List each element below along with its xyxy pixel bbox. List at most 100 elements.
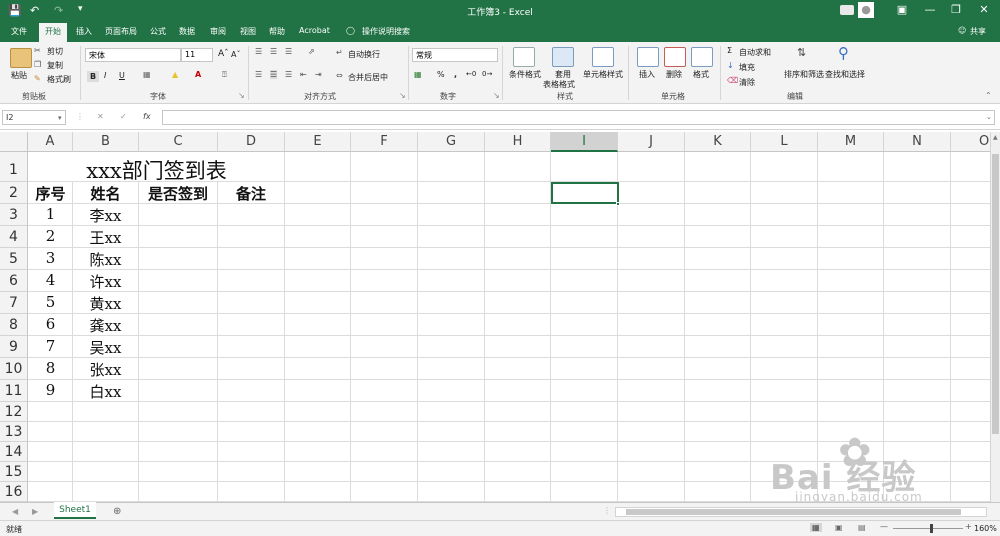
name-cell[interactable]: 张xx [73,359,138,380]
normal-view-icon[interactable]: ▦ [810,523,822,532]
increase-decimal-icon[interactable]: ←0 [466,70,476,78]
formula-input[interactable] [162,110,995,125]
column-header[interactable]: L [751,132,818,152]
tell-me-search[interactable]: 操作说明搜索 [362,26,410,37]
column-header[interactable]: J [618,132,685,152]
align-middle-icon[interactable]: ☰ [270,47,277,56]
header-cell[interactable]: 序号 [29,183,72,204]
row-header[interactable]: 6 [0,270,28,292]
underline-button[interactable]: U [119,71,125,80]
table-format-icon[interactable] [552,47,574,67]
name-cell[interactable]: 黄xx [73,293,138,314]
name-cell[interactable]: 陈xx [73,249,138,270]
tab-page-layout[interactable]: 页面布局 [105,26,137,37]
row-header[interactable]: 14 [0,442,28,462]
increase-indent-icon[interactable]: ⇥ [315,70,322,79]
row-header[interactable]: 15 [0,462,28,482]
minimize-icon[interactable]: — [918,3,942,16]
scroll-thumb[interactable] [992,154,999,434]
delete-cells-icon[interactable] [664,47,686,67]
tab-help[interactable]: 帮助 [269,26,285,37]
tab-data[interactable]: 数据 [179,26,195,37]
column-header[interactable]: K [685,132,751,152]
find-select-button[interactable]: 查找和选择 [825,69,865,80]
next-sheet-icon[interactable]: ▶ [32,507,38,516]
sheet-tab-active[interactable]: Sheet1 [54,502,96,519]
cell-style-button[interactable]: 单元格样式 [583,69,623,80]
fill-color-icon[interactable]: ▲ [172,70,178,79]
row-header[interactable]: 9 [0,336,28,358]
decrease-indent-icon[interactable]: ⇤ [300,70,307,79]
column-header[interactable]: A [28,132,73,152]
font-name-combo[interactable]: 宋体 [85,48,181,62]
table-format-button-line2[interactable]: 表格格式 [543,79,575,90]
ribbon-display-icon[interactable]: ▣ [890,3,914,16]
format-cells-button[interactable]: 格式 [693,69,709,80]
align-left-icon[interactable]: ☰ [255,70,262,79]
row-header[interactable]: 13 [0,422,28,442]
column-header[interactable]: M [818,132,884,152]
copy-icon[interactable]: ❐ [34,60,41,69]
tab-acrobat[interactable]: Acrobat [299,26,330,35]
format-painter-icon[interactable]: ✎ [34,74,41,83]
name-cell[interactable]: 王xx [73,227,138,248]
zoom-slider[interactable] [893,528,963,529]
cancel-icon[interactable]: ✕ [97,112,104,121]
row-number-cell[interactable]: 7 [29,337,72,355]
column-header[interactable]: H [485,132,551,152]
align-bottom-icon[interactable]: ☰ [285,47,292,56]
header-cell[interactable]: 备注 [218,183,284,204]
tab-file[interactable]: 文件 [11,26,27,37]
row-header[interactable]: 8 [0,314,28,336]
tab-formulas[interactable]: 公式 [150,26,166,37]
prev-sheet-icon[interactable]: ◀ [12,507,18,516]
wrap-text-icon[interactable]: ↵ [336,48,343,57]
zoom-level[interactable]: 160% [974,524,997,533]
tab-view[interactable]: 视图 [240,26,256,37]
sort-filter-button[interactable]: 排序和筛选 [784,69,824,80]
tab-split-icon[interactable]: ⋮ [603,506,611,515]
format-cells-icon[interactable] [691,47,713,67]
increase-font-icon[interactable]: Aˆ [218,49,229,59]
alignment-dialog-launcher-icon[interactable]: ↘ [399,91,406,100]
format-painter-button[interactable]: 格式刷 [47,74,71,85]
row-number-cell[interactable]: 8 [29,359,72,377]
name-cell[interactable]: 白xx [73,381,138,402]
font-color-icon[interactable]: A [195,70,201,79]
horizontal-scrollbar[interactable] [615,507,987,517]
row-header[interactable]: 5 [0,248,28,270]
expand-formula-icon[interactable]: ⌄ [986,113,992,121]
scroll-up-icon[interactable]: ▲ [993,134,998,141]
collapse-ribbon-icon[interactable]: ⌃ [985,91,992,100]
row-number-cell[interactable]: 6 [29,315,72,333]
paste-button[interactable]: 粘贴 [11,70,27,81]
worksheet-grid[interactable]: A B C D E F G H I J K L M N O 1 2 3 4 5 … [0,130,1000,502]
row-header[interactable]: 7 [0,292,28,314]
insert-cells-button[interactable]: 插入 [639,69,655,80]
vertical-scrollbar[interactable]: ▲ [990,132,1000,502]
cut-button[interactable]: 剪切 [47,46,63,57]
column-header[interactable]: F [351,132,418,152]
row-number-cell[interactable]: 1 [29,205,72,223]
italic-button[interactable]: I [104,71,106,80]
phonetic-icon[interactable]: ⍰ [222,70,227,80]
orientation-icon[interactable]: ⇗ [308,47,315,56]
name-cell[interactable]: 许xx [73,271,138,292]
accounting-format-icon[interactable]: ▦ [414,70,422,79]
cell-style-icon[interactable] [592,47,614,67]
page-break-view-icon[interactable]: ▤ [858,523,866,532]
paste-icon[interactable] [10,48,32,68]
close-icon[interactable]: ✕ [972,3,996,16]
column-header[interactable]: C [139,132,218,152]
name-cell[interactable]: 龚xx [73,315,138,336]
borders-icon[interactable]: ▦ [143,70,151,79]
row-number-cell[interactable]: 9 [29,381,72,399]
row-number-cell[interactable]: 2 [29,227,72,245]
zoom-out-icon[interactable]: — [880,522,888,531]
active-cell-selection[interactable] [551,182,619,204]
insert-function-icon[interactable]: fx [143,112,151,121]
insert-cells-icon[interactable] [637,47,659,67]
column-header[interactable]: G [418,132,485,152]
clear-icon[interactable]: ⌫ [727,76,738,85]
copy-button[interactable]: 复制 [47,60,63,71]
